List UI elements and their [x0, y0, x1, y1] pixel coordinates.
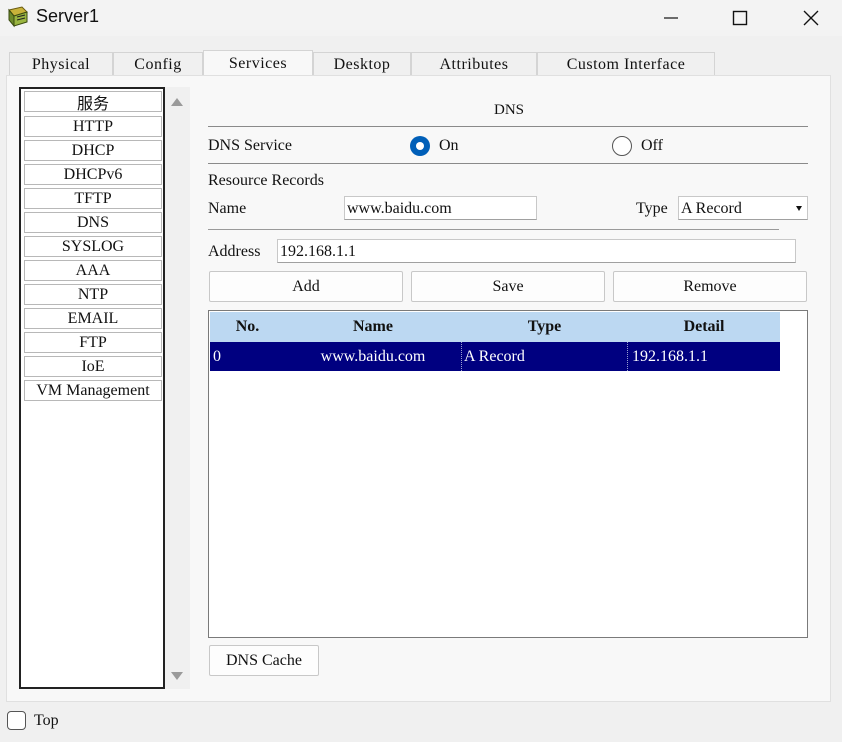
- services-list: 服务 HTTP DHCP DHCPv6 TFTP DNS SYSLOG AAA …: [19, 87, 165, 689]
- service-item-dhcp[interactable]: DHCP: [24, 140, 162, 161]
- top-checkbox[interactable]: [7, 711, 26, 730]
- minimize-icon: [664, 17, 678, 19]
- dns-section-title: DNS: [494, 102, 525, 118]
- tab-custom-interface[interactable]: Custom Interface: [537, 52, 715, 76]
- title-bar: Server1: [0, 0, 842, 36]
- add-button[interactable]: Add: [209, 271, 403, 302]
- service-item-ntp[interactable]: NTP: [24, 284, 162, 305]
- address-input[interactable]: 192.168.1.1: [277, 239, 796, 263]
- window-title: Server1: [36, 6, 100, 26]
- dns-off-label: Off: [641, 137, 663, 154]
- scroll-down-icon[interactable]: [171, 672, 183, 680]
- close-icon: [803, 10, 819, 26]
- tab-physical[interactable]: Physical: [9, 52, 113, 76]
- service-item-ftp[interactable]: FTP: [24, 332, 162, 353]
- remove-button[interactable]: Remove: [613, 271, 807, 302]
- dns-service-label: DNS Service: [208, 137, 292, 154]
- service-item-services-header[interactable]: 服务: [24, 91, 162, 113]
- tab-desktop[interactable]: Desktop: [313, 52, 411, 76]
- tab-services[interactable]: Services: [203, 50, 313, 77]
- table-cell-no[interactable]: 0: [213, 342, 283, 371]
- dns-records-table: No. Name Type Detail 0 www.baidu.com A R…: [208, 310, 808, 638]
- name-input[interactable]: www.baidu.com: [344, 196, 537, 220]
- dns-on-radio[interactable]: [410, 136, 430, 156]
- type-select[interactable]: A Record: [678, 196, 808, 220]
- address-label: Address: [208, 243, 261, 260]
- service-item-http[interactable]: HTTP: [24, 116, 162, 137]
- close-button[interactable]: [783, 0, 839, 36]
- table-cell-type[interactable]: A Record: [461, 342, 628, 371]
- column-header-type[interactable]: Type: [461, 312, 628, 342]
- dns-off-radio[interactable]: [612, 136, 632, 156]
- server-app-icon: [8, 6, 28, 28]
- resource-records-label: Resource Records: [208, 172, 324, 189]
- maximize-button[interactable]: [712, 0, 768, 36]
- dns-on-label: On: [439, 137, 459, 154]
- name-label: Name: [208, 200, 247, 217]
- service-item-email[interactable]: EMAIL: [24, 308, 162, 329]
- type-label: Type: [636, 200, 668, 217]
- service-item-ioe[interactable]: IoE: [24, 356, 162, 377]
- divider: [208, 126, 808, 127]
- maximize-icon: [732, 10, 748, 26]
- divider: [208, 229, 779, 230]
- chevron-down-icon: [796, 206, 802, 211]
- save-button[interactable]: Save: [411, 271, 605, 302]
- table-cell-detail[interactable]: 192.168.1.1: [628, 342, 780, 371]
- column-header-no[interactable]: No.: [210, 312, 285, 342]
- tab-attributes[interactable]: Attributes: [411, 52, 537, 76]
- divider: [208, 163, 808, 164]
- minimize-button[interactable]: [643, 0, 699, 36]
- dns-cache-button[interactable]: DNS Cache: [209, 645, 319, 676]
- column-header-name[interactable]: Name: [285, 312, 461, 342]
- service-item-vm-management[interactable]: VM Management: [24, 380, 162, 401]
- type-select-value: A Record: [681, 200, 742, 217]
- services-scrollbar[interactable]: [165, 87, 190, 689]
- service-item-aaa[interactable]: AAA: [24, 260, 162, 281]
- top-label: Top: [34, 712, 59, 729]
- service-item-tftp[interactable]: TFTP: [24, 188, 162, 209]
- service-item-dns[interactable]: DNS: [24, 212, 162, 233]
- column-header-detail[interactable]: Detail: [628, 312, 780, 342]
- service-item-dhcpv6[interactable]: DHCPv6: [24, 164, 162, 185]
- tab-config[interactable]: Config: [113, 52, 203, 76]
- table-cell-name[interactable]: www.baidu.com: [285, 342, 461, 371]
- scroll-up-icon[interactable]: [171, 98, 183, 106]
- service-item-syslog[interactable]: SYSLOG: [24, 236, 162, 257]
